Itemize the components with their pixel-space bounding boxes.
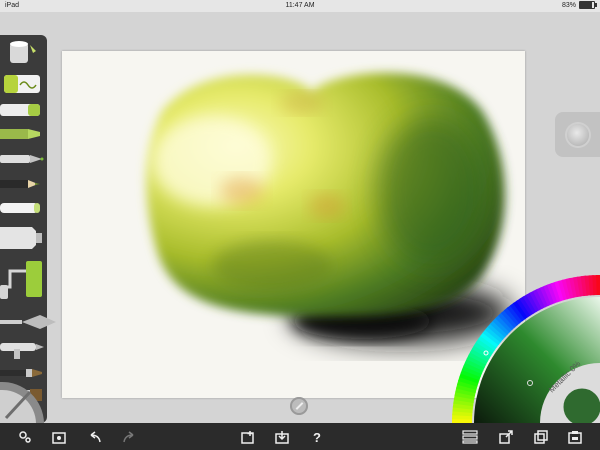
battery-icon: [579, 1, 597, 9]
clock: 11:47 AM: [285, 2, 315, 9]
paint-tube-icon: [0, 227, 42, 249]
chalk-tool[interactable]: [0, 197, 47, 219]
paint-pot-tool[interactable]: [0, 39, 47, 67]
duplicate-button[interactable]: [530, 426, 552, 448]
redo-icon: [123, 431, 134, 443]
tracing-button[interactable]: [564, 426, 586, 448]
export-button[interactable]: [495, 426, 517, 448]
tracing-icon: [568, 431, 582, 444]
tool-settings-dial-icon: [0, 381, 44, 423]
import-icon: [275, 431, 289, 444]
gallery-button[interactable]: [48, 426, 70, 448]
paint-tube-tool[interactable]: [0, 221, 47, 255]
import-button[interactable]: [271, 426, 293, 448]
paint-pot-icon: [10, 41, 36, 63]
palette-knife-tool[interactable]: [0, 311, 56, 333]
pencil-icon: [0, 180, 40, 188]
new-canvas-button[interactable]: [237, 426, 259, 448]
current-color-swatch: [560, 385, 600, 429]
color-wheel[interactable]: Metallic 0%: [452, 275, 600, 429]
color-picker[interactable]: Metallic 0%: [452, 275, 600, 429]
airbrush-icon: [0, 343, 44, 359]
gallery-icon: [52, 432, 66, 444]
export-icon: [499, 430, 513, 444]
undo-icon: [90, 431, 101, 443]
sample-swatch-tool[interactable]: [0, 71, 47, 97]
ink-pen-icon: [0, 155, 44, 163]
canvas-grip-handle[interactable]: [290, 397, 308, 415]
help-button[interactable]: ?: [306, 426, 328, 448]
airbrush-tool[interactable]: [0, 335, 47, 361]
layers-button[interactable]: [459, 426, 481, 448]
hue-segment[interactable]: [596, 275, 600, 296]
paint-roller-tool[interactable]: [0, 257, 47, 305]
battery-indicator: 83%: [561, 1, 597, 9]
paint-roller-icon: [0, 261, 42, 299]
eraser-icon: [0, 104, 40, 116]
sample-swatch-icon: [4, 75, 40, 93]
bottom-toolbar: ?: [0, 423, 600, 450]
tool-rail: [0, 35, 56, 423]
marker-tool[interactable]: [0, 123, 47, 145]
ink-pen-tool[interactable]: [0, 147, 47, 171]
status-bar: iPad 11:47 AM 83%: [0, 0, 600, 12]
settings-button[interactable]: [14, 426, 36, 448]
battery-percent: 83%: [561, 1, 576, 9]
undo-button[interactable]: [84, 426, 106, 448]
help-icon: ?: [313, 429, 321, 445]
pencil-tool[interactable]: [0, 173, 47, 195]
palette-knife-icon: [0, 315, 56, 329]
tool-settings-dial[interactable]: [0, 378, 48, 423]
chalk-icon: [0, 203, 40, 213]
redo-button[interactable]: [118, 426, 140, 448]
eraser-tool[interactable]: [0, 99, 47, 121]
battery-fill: [580, 2, 592, 8]
layers-icon: [462, 430, 478, 444]
puck-dot: [567, 124, 589, 146]
marker-icon: [0, 129, 40, 139]
settings-gear-icon: [19, 431, 31, 443]
color-puck[interactable]: [555, 112, 600, 157]
new-canvas-icon: [241, 431, 254, 444]
duplicate-icon: [534, 430, 548, 444]
